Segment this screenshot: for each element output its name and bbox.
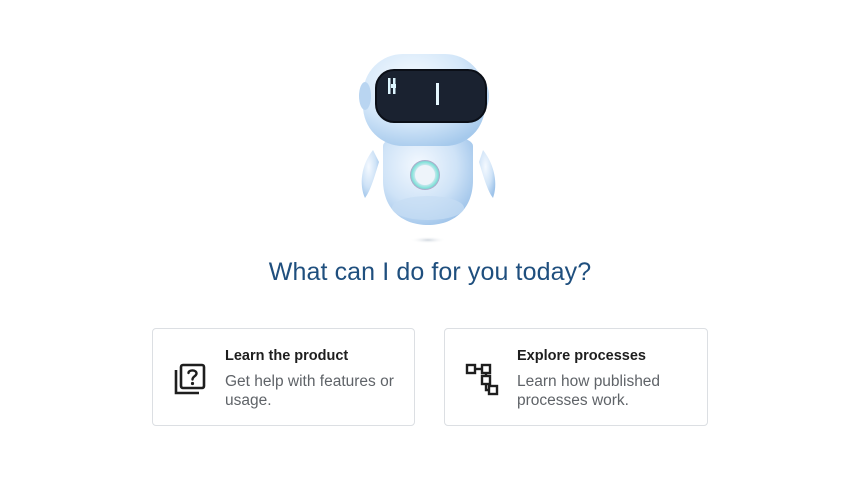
card-description: Get help with features or usage.: [225, 373, 394, 409]
card-title: Learn the product: [225, 348, 349, 364]
robot-mascot-image: [359, 54, 496, 244]
assistant-welcome-screen: What can I do for you today? Learn the p…: [0, 0, 857, 502]
explore-processes-card[interactable]: Explore processes Learn how published pr…: [444, 328, 708, 426]
card-description: Learn how published processes work.: [517, 373, 661, 409]
page-title: What can I do for you today?: [268, 258, 592, 286]
process-flow-icon: [465, 363, 499, 396]
help-book-icon: [174, 363, 206, 395]
learn-product-card[interactable]: Learn the product Get help with features…: [152, 328, 415, 426]
card-title: Explore processes: [517, 348, 646, 364]
